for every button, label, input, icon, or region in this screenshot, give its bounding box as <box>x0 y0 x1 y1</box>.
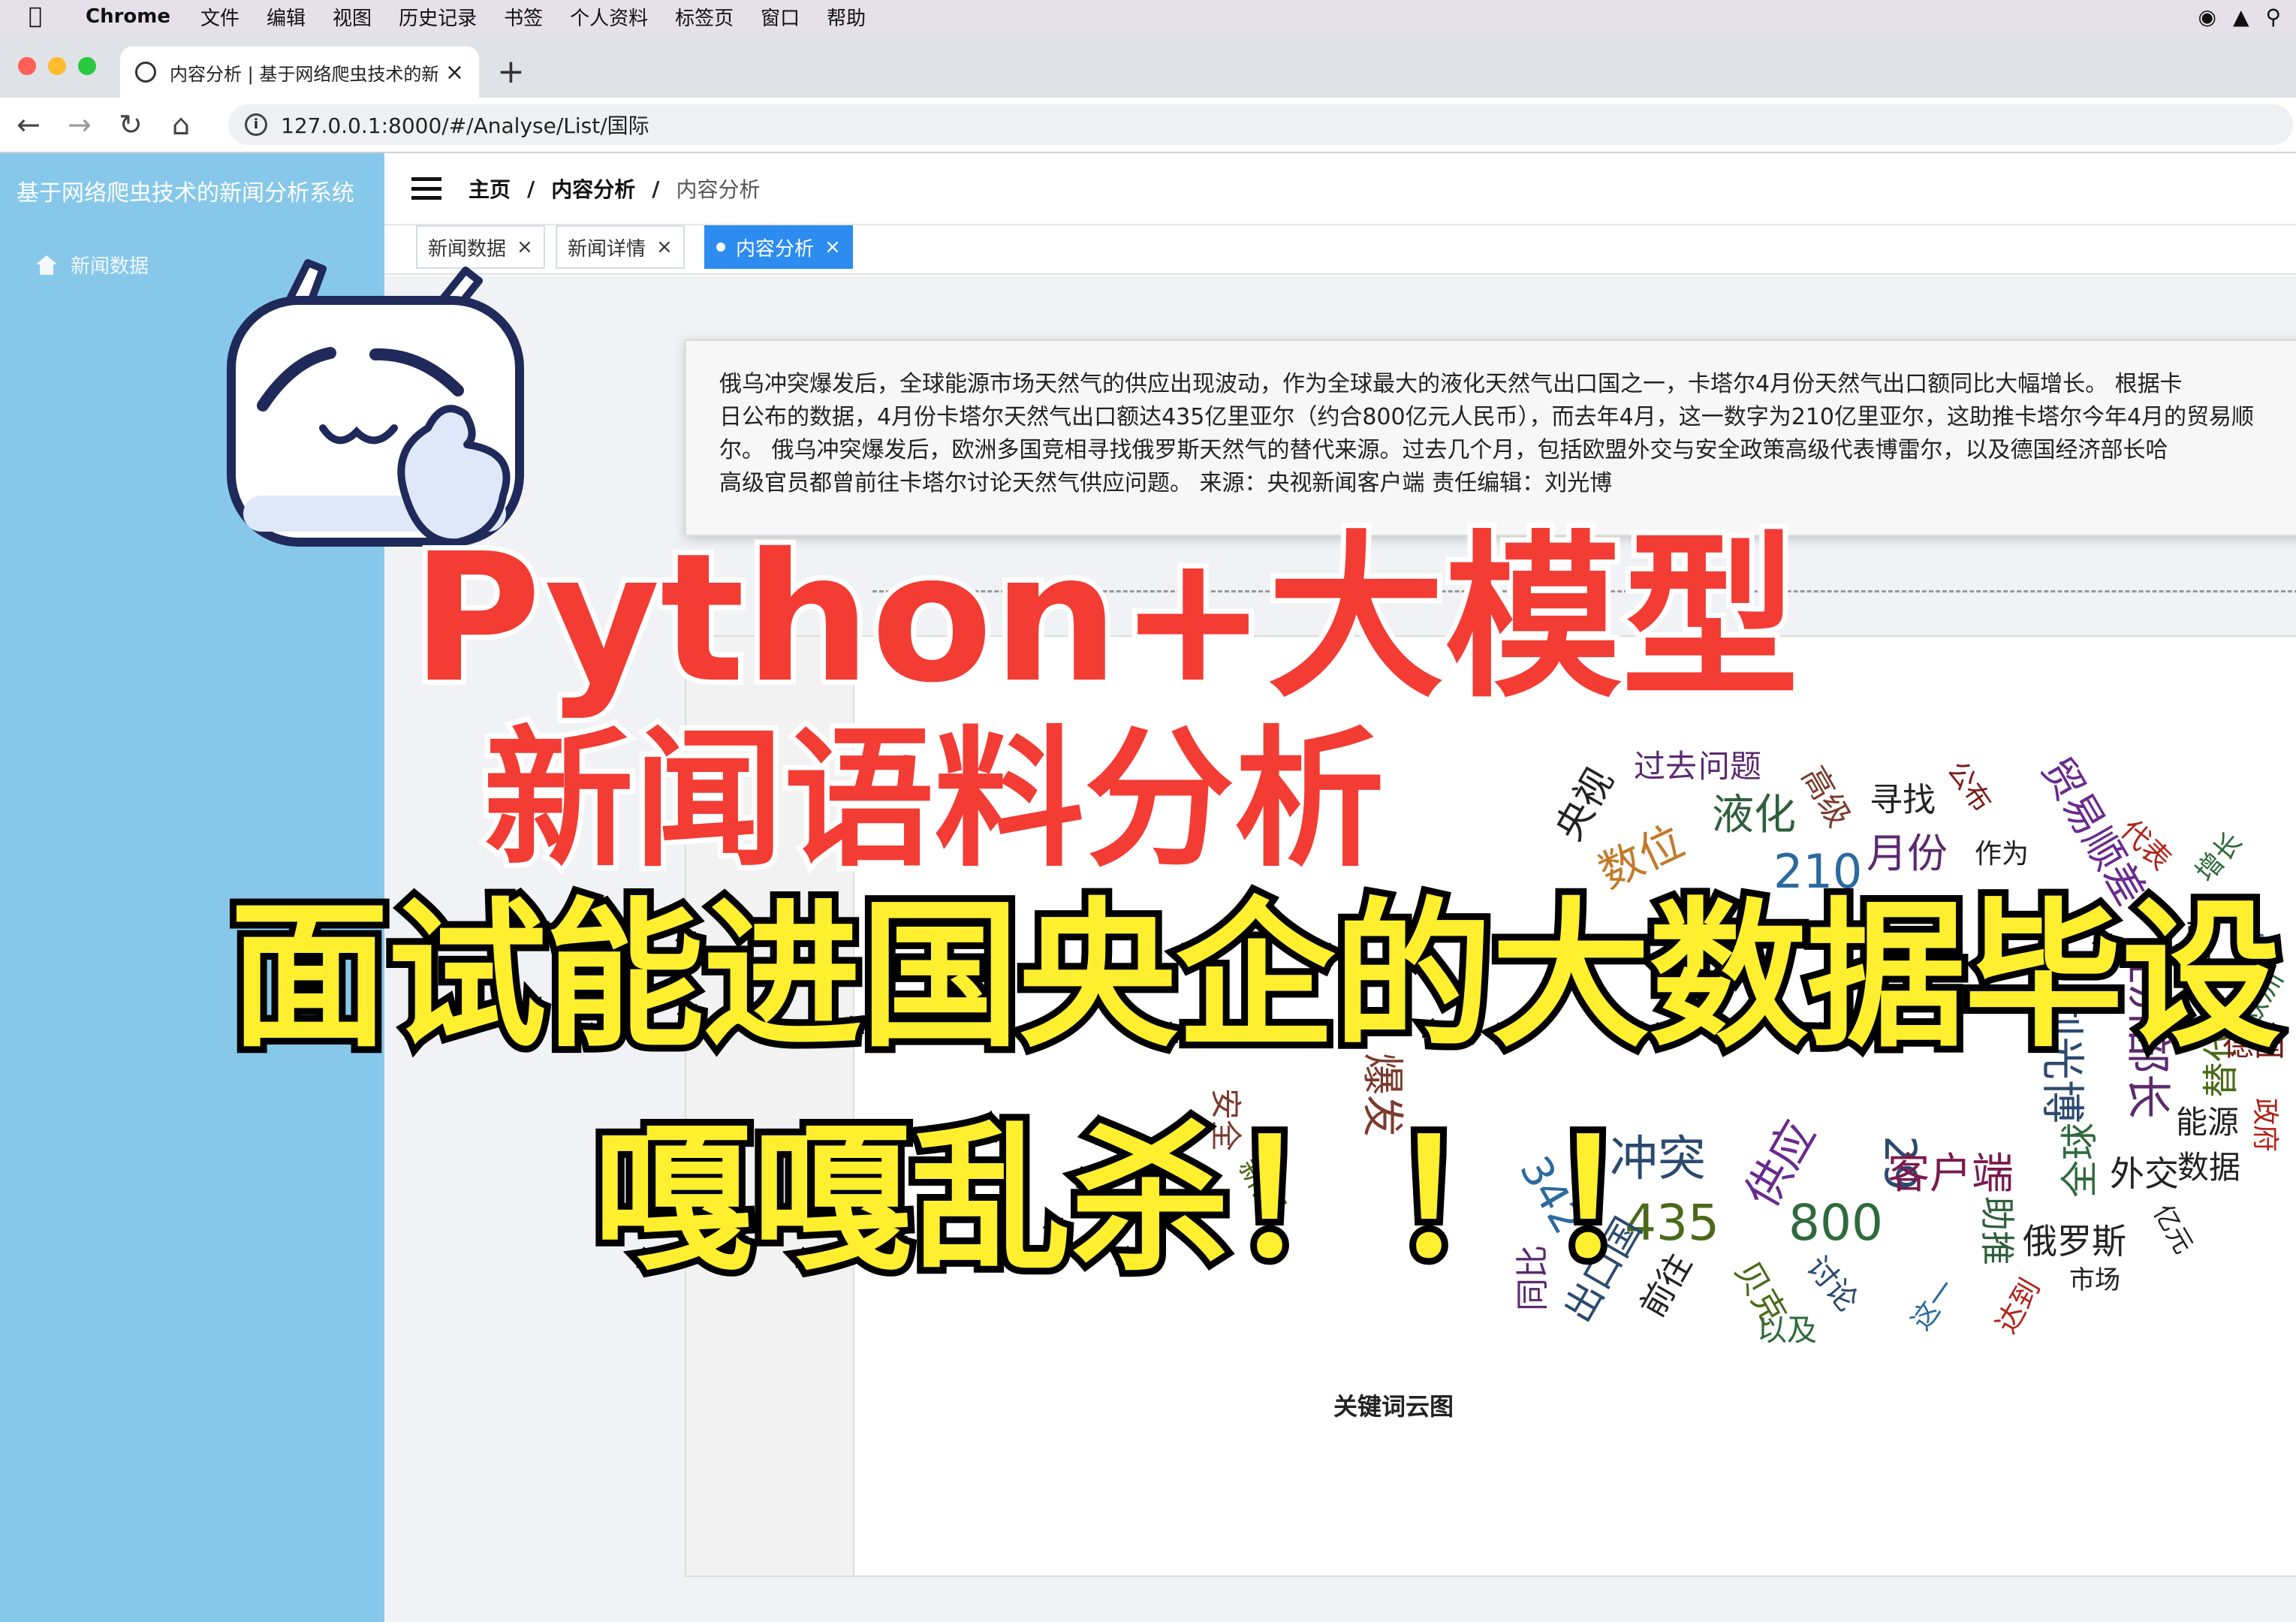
apple-icon[interactable]:  <box>29 5 51 29</box>
address-bar[interactable]: i 127.0.0.1:8000/#/Analyse/List/国际 <box>228 104 2293 145</box>
search-icon[interactable]: ⚲ <box>2265 5 2281 29</box>
forward-icon[interactable]: → <box>68 108 92 141</box>
article-line: 尔。 俄乌冲突爆发后，欧洲多国竞相寻找俄罗斯天然气的替代来源。过去几个月，包括欧… <box>719 437 2168 463</box>
wordcloud-word: 月份 <box>1867 830 1948 877</box>
wordcloud-word: 能源 <box>2176 1104 2240 1141</box>
tag-label: 内容分析 <box>736 237 815 261</box>
wordcloud-word: 外交 <box>2110 1153 2179 1194</box>
home-icon[interactable]: ⌂ <box>170 108 192 141</box>
menu-edit[interactable]: 编辑 <box>267 3 306 31</box>
tag-label: 新闻详情 <box>568 237 646 261</box>
wordcloud-word: 问题 <box>1698 748 1762 785</box>
browser-toolbar: ← → ↻ ⌂ i 127.0.0.1:8000/#/Analyse/List/… <box>0 98 2296 153</box>
menu-history[interactable]: 历史记录 <box>399 3 477 31</box>
breadcrumb-home[interactable]: 主页 <box>469 173 511 204</box>
menu-tabs[interactable]: 标签页 <box>675 3 734 31</box>
app-header: 主页 / 内容分析 / 内容分析 <box>384 153 2296 225</box>
wordcloud-word: 作为 <box>1975 839 2029 870</box>
sidebar-item-label: 新闻数据 <box>71 255 149 278</box>
tag-news-detail[interactable]: 新闻详情 × <box>556 225 685 269</box>
breadcrumb-separator: / <box>652 176 660 201</box>
breadcrumb-section[interactable]: 内容分析 <box>551 173 635 204</box>
article-card: 俄乌冲突爆发后，全球能源市场天然气的供应出现波动，作为全球最大的液化天然气出口国… <box>685 339 2296 536</box>
mountain-icon[interactable]: ▲ <box>2233 5 2249 29</box>
wordcloud-word: 液化 <box>1712 791 1796 840</box>
close-tag-icon[interactable]: × <box>824 236 841 258</box>
browser-tab-title: 内容分析 | 基于网络爬虫技术的新 <box>170 63 438 85</box>
wordcloud-word: 政府 <box>2249 1097 2281 1153</box>
browser-tab[interactable]: 内容分析 | 基于网络爬虫技术的新 × <box>120 47 479 98</box>
browser-tab-strip: 内容分析 | 基于网络爬虫技术的新 × + <box>0 33 2296 98</box>
record-icon[interactable]: ◉ <box>2198 5 2216 29</box>
breadcrumb-separator: / <box>527 176 535 201</box>
app-brand-title: 基于网络爬虫技术的新闻分析系统 <box>17 180 354 207</box>
info-icon[interactable]: i <box>245 113 267 136</box>
chart-title: 关键词云图 <box>1333 1392 1454 1421</box>
menu-profile[interactable]: 个人资料 <box>570 3 648 31</box>
screenshot-root:  Chrome 文件 编辑 视图 历史记录 书签 个人资料 标签页 窗口 帮助… <box>0 0 2296 1622</box>
mac-menubar:  Chrome 文件 编辑 视图 历史记录 书签 个人资料 标签页 窗口 帮助… <box>0 0 2296 33</box>
close-tag-icon[interactable]: × <box>656 236 673 258</box>
article-line: 高级官员都曾前往卡塔尔讨论天然气供应问题。 来源：央视新闻客户端 责任编辑：刘光… <box>719 470 1613 496</box>
wordcloud-word: 数据 <box>2177 1149 2241 1186</box>
zoom-window-button[interactable] <box>78 57 96 75</box>
reload-icon[interactable]: ↻ <box>119 108 143 141</box>
wordcloud-word: 市场 <box>2069 1265 2120 1295</box>
tag-content-analysis[interactable]: 内容分析 × <box>704 225 853 269</box>
overlay-title-line1: Python+大模型 <box>406 515 1804 722</box>
menu-app-name[interactable]: Chrome <box>86 5 170 28</box>
menubar-status-icons: ◉ ▲ ⚲ <box>2198 5 2282 29</box>
url-text: 127.0.0.1:8000/#/Analyse/List/国际 <box>281 113 649 138</box>
menu-window[interactable]: 窗口 <box>761 3 800 31</box>
active-dot-icon <box>716 243 725 252</box>
new-tab-button[interactable]: + <box>497 53 525 91</box>
wordcloud-word: 过去 <box>1634 748 1698 785</box>
wordcloud-word: 800 <box>1788 1194 1883 1252</box>
house-icon <box>36 255 57 275</box>
wordcloud-word: 寻找 <box>1870 781 1936 819</box>
close-tab-icon[interactable]: × <box>445 59 464 86</box>
wordcloud-word: 全球 <box>2058 1123 2102 1198</box>
sidebar-item-news-data[interactable]: 新闻数据 <box>36 251 149 279</box>
back-icon[interactable]: ← <box>17 108 41 141</box>
article-line: 日公布的数据，4月份卡塔尔天然气出口额达435亿里亚尔（约合800亿元人民币），… <box>719 404 2255 430</box>
wordcloud-word: 客户端 <box>1888 1150 2014 1198</box>
wordcloud-word: 以及 <box>1757 1313 1817 1348</box>
close-window-button[interactable] <box>18 57 36 75</box>
window-controls <box>18 57 96 75</box>
overlay-title-line3: 面试能进国央企的大数据毕设 <box>223 883 2288 1069</box>
menu-file[interactable]: 文件 <box>200 3 240 31</box>
overlay-title-line2: 新闻语料分析 <box>478 713 1390 888</box>
menu-bookmarks[interactable]: 书签 <box>504 3 543 31</box>
tags-view-bar: 新闻数据 × 新闻详情 × 内容分析 × <box>384 225 2296 275</box>
minimize-window-button[interactable] <box>48 57 66 75</box>
article-line: 俄乌冲突爆发后，全球能源市场天然气的供应出现波动，作为全球最大的液化天然气出口国… <box>719 371 2183 397</box>
menu-help[interactable]: 帮助 <box>827 3 866 31</box>
wordcloud-word: 助推 <box>1977 1196 2017 1265</box>
overlay-title-line4: 嘎嘎乱杀！！！ <box>586 1107 1714 1292</box>
menu-toggle-icon[interactable] <box>411 177 441 200</box>
breadcrumb-current: 内容分析 <box>676 177 761 202</box>
menu-view[interactable]: 视图 <box>333 3 372 31</box>
globe-icon <box>135 62 156 83</box>
wordcloud-word: 俄罗斯 <box>2023 1221 2126 1262</box>
